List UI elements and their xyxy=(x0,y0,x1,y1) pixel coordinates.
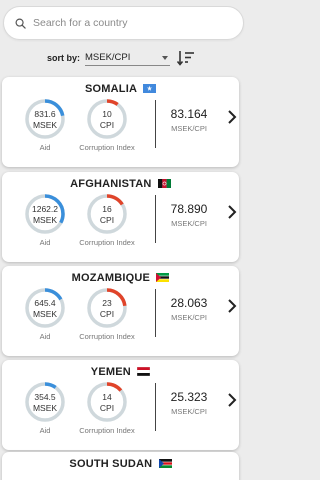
cpi-unit: CPI xyxy=(99,215,115,225)
ratio-value: 28.063 xyxy=(170,296,208,310)
aid-value: 645.4 xyxy=(34,298,56,308)
cpi-ring: 23 CPI xyxy=(86,287,128,329)
country-name: SOMALIA xyxy=(85,83,137,95)
ratio-value: 25.323 xyxy=(170,390,208,404)
sort-selected-value: MSEK/CPI xyxy=(85,52,131,63)
search-bar[interactable] xyxy=(3,6,244,40)
aid-value: 354.5 xyxy=(34,392,56,402)
somalia-flag xyxy=(142,84,156,93)
cpi-label: Corruption Index xyxy=(79,238,135,247)
cpi-label: Corruption Index xyxy=(79,332,135,341)
aid-unit: MSEK xyxy=(32,120,58,130)
cpi-value: 23 xyxy=(102,298,112,308)
aid-ring: 645.4 MSEK xyxy=(24,287,66,329)
aid-label: Aid xyxy=(39,332,51,341)
mozambique-flag xyxy=(156,273,170,282)
ratio-value: 83.164 xyxy=(170,107,208,121)
country-title: AFGHANISTAN xyxy=(2,178,239,190)
country-card[interactable]: MOZAMBIQUE 645.4 MSEK Aid 23 CPI Corrupt… xyxy=(2,266,239,356)
aid-unit: MSEK xyxy=(32,309,58,319)
cpi-unit: CPI xyxy=(99,309,115,319)
chevron-down-icon xyxy=(162,56,168,60)
search-icon xyxy=(15,18,26,29)
aid-value: 1262.2 xyxy=(32,204,58,214)
sort-label: sort by: xyxy=(47,53,81,63)
country-title: SOUTH SUDAN xyxy=(2,458,239,470)
cpi-label: Corruption Index xyxy=(79,143,135,152)
ratio-unit: MSEK/CPI xyxy=(171,219,207,228)
country-name: AFGHANISTAN xyxy=(70,178,152,190)
divider xyxy=(155,100,156,148)
country-name: SOUTH SUDAN xyxy=(69,458,153,470)
country-title: YEMEN xyxy=(2,366,239,378)
cpi-value: 14 xyxy=(102,392,112,402)
chevron-right-icon[interactable] xyxy=(226,109,238,125)
aid-unit: MSEK xyxy=(32,215,58,225)
aid-ring: 831.6 MSEK xyxy=(24,98,66,140)
divider xyxy=(155,195,156,243)
chevron-right-icon[interactable] xyxy=(226,392,238,408)
cpi-ring: 16 CPI xyxy=(86,193,128,235)
aid-ring: 1262.2 MSEK xyxy=(24,193,66,235)
afghanistan-flag xyxy=(157,179,171,188)
country-title: SOMALIA xyxy=(2,83,239,95)
ratio-unit: MSEK/CPI xyxy=(171,124,207,133)
country-name: MOZAMBIQUE xyxy=(71,272,151,284)
sort-bar: sort by: MSEK/CPI xyxy=(0,48,247,68)
sort-descending-icon[interactable] xyxy=(177,50,195,66)
aid-value: 831.6 xyxy=(34,109,56,119)
chevron-right-icon[interactable] xyxy=(226,298,238,314)
cpi-ring: 14 CPI xyxy=(86,381,128,423)
cpi-unit: CPI xyxy=(99,403,115,413)
country-card[interactable]: SOUTH SUDAN xyxy=(2,452,239,480)
country-name: YEMEN xyxy=(90,366,131,378)
search-input[interactable] xyxy=(33,17,223,29)
ratio-unit: MSEK/CPI xyxy=(171,407,207,416)
aid-ring: 354.5 MSEK xyxy=(24,381,66,423)
divider xyxy=(155,289,156,337)
cpi-unit: CPI xyxy=(99,120,115,130)
cpi-label: Corruption Index xyxy=(79,426,135,435)
aid-label: Aid xyxy=(39,426,51,435)
south-sudan-flag xyxy=(158,459,172,468)
country-card[interactable]: SOMALIA 831.6 MSEK Aid 10 CPI Corruption… xyxy=(2,77,239,167)
ratio-value: 78.890 xyxy=(170,202,208,216)
cpi-value: 16 xyxy=(102,204,112,214)
cpi-ring: 10 CPI xyxy=(86,98,128,140)
country-card[interactable]: YEMEN 354.5 MSEK Aid 14 CPI Corruption I… xyxy=(2,360,239,450)
ratio-unit: MSEK/CPI xyxy=(171,313,207,322)
yemen-flag xyxy=(137,367,151,376)
country-card[interactable]: AFGHANISTAN 1262.2 MSEK Aid 16 CPI Corru… xyxy=(2,172,239,262)
aid-label: Aid xyxy=(39,143,51,152)
aid-unit: MSEK xyxy=(32,403,58,413)
divider xyxy=(155,383,156,431)
cpi-value: 10 xyxy=(102,109,112,119)
chevron-right-icon[interactable] xyxy=(226,204,238,220)
country-title: MOZAMBIQUE xyxy=(2,272,239,284)
aid-label: Aid xyxy=(39,238,51,247)
sort-select[interactable]: MSEK/CPI xyxy=(85,50,170,66)
